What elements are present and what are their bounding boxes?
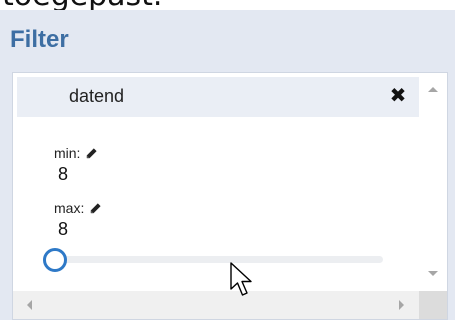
filter-panel-title: Filter: [10, 26, 69, 53]
min-value[interactable]: 8: [58, 164, 68, 185]
scroll-right-arrow-icon[interactable]: [399, 300, 404, 310]
vertical-scrollbar[interactable]: [419, 73, 447, 291]
min-label-text: min:: [54, 145, 81, 161]
filter-card-header: datend ✖: [17, 77, 419, 117]
scroll-up-arrow-icon[interactable]: [428, 87, 438, 92]
scrollbar-corner: [419, 291, 447, 319]
edit-min-pencil-icon[interactable]: [85, 147, 98, 160]
max-value[interactable]: 8: [58, 219, 68, 240]
close-icon[interactable]: ✖: [387, 84, 409, 106]
edit-max-pencil-icon[interactable]: [89, 202, 102, 215]
filter-card-title: datend: [69, 86, 125, 106]
range-slider[interactable]: [43, 248, 383, 272]
max-label-text: max:: [54, 200, 85, 216]
page: toegepast. Filter datend ✖ min: 8 m: [0, 0, 467, 320]
slider-track[interactable]: [53, 256, 383, 263]
horizontal-scrollbar[interactable]: [13, 291, 419, 319]
scroll-left-arrow-icon[interactable]: [27, 300, 32, 310]
min-field-label: min:: [54, 145, 98, 161]
filter-panel: Filter datend ✖ min: 8 max: 8: [0, 10, 455, 320]
max-field-label: max:: [54, 200, 102, 216]
filter-scroll-container[interactable]: datend ✖ min: 8 max: 8: [12, 72, 448, 320]
filter-card: datend ✖ min: 8 max: 8: [13, 73, 419, 293]
slider-handle[interactable]: [43, 248, 67, 272]
scroll-down-arrow-icon[interactable]: [428, 271, 438, 276]
